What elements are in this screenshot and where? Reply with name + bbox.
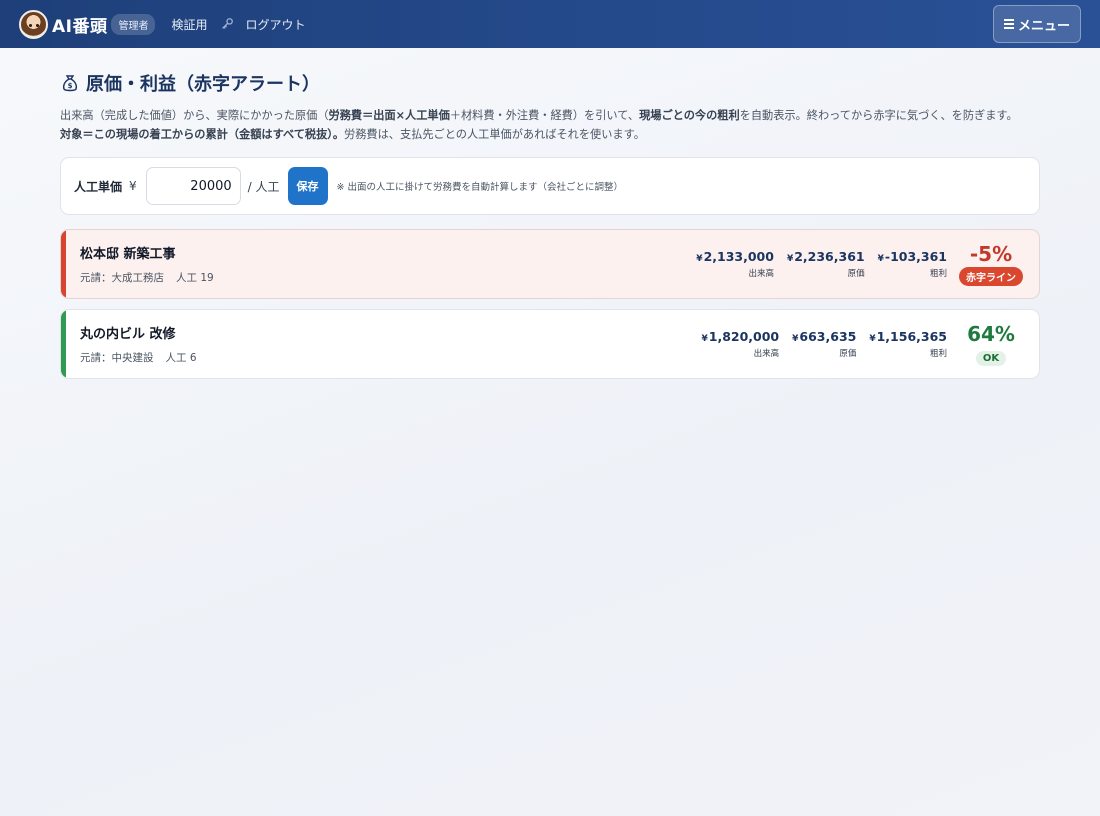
page-description: 出来高（完成した価値）から、実際にかかった原価（労務費＝出面×人工単価＋材料費・… xyxy=(60,106,1040,144)
margin-box: 64% OK xyxy=(949,322,1033,366)
site-name[interactable]: 丸の内ビル 改修 xyxy=(80,323,688,342)
cost-label: 原価 xyxy=(839,349,857,359)
top-nav-bar: AI番頭 管理者 検証用 ログアウト メニュー xyxy=(0,0,1100,48)
desc-text: ＋材料費・外注費・経費）を引いて、 xyxy=(449,109,640,122)
profit-value: 1,156,365 xyxy=(876,329,947,344)
margin-box: -5% 赤字ライン xyxy=(949,242,1033,286)
status-accent-bar xyxy=(61,310,66,378)
site-labor-count: 人工 19 xyxy=(176,272,214,284)
profit-metric: ¥1,156,365 粗利 xyxy=(869,329,947,359)
cost-label: 原価 xyxy=(847,269,865,279)
site-card-marunouchi[interactable]: 丸の内ビル 改修 元請：中央建設 人工 6 ¥1,820,000 出来高 ¥663… xyxy=(60,309,1040,379)
site-card-matsumoto[interactable]: 松本邸 新築工事 元請：大成工務店 人工 19 ¥2,133,000 出来高 ¥2… xyxy=(60,229,1040,299)
profit-metric: ¥-103,361 粗利 xyxy=(877,249,947,279)
menu-button[interactable]: メニュー xyxy=(993,5,1081,43)
desc-bold: 対象＝この現場の着工からの累計（金額はすべて税抜）。 xyxy=(60,128,345,141)
revenue-metric: ¥2,133,000 出来高 xyxy=(696,249,774,279)
profit-label: 粗利 xyxy=(929,269,947,279)
svg-text:$: $ xyxy=(68,82,73,90)
money-bag-icon: $ xyxy=(62,75,78,92)
avatar[interactable] xyxy=(19,9,48,39)
site-info: 丸の内ビル 改修 元請：中央建設 人工 6 xyxy=(61,323,688,365)
site-labor-count: 人工 6 xyxy=(165,352,197,364)
status-accent-bar xyxy=(61,230,66,298)
main-content: $ 原価・利益（赤字アラート） 出来高（完成した価値）から、実際にかかった原価（… xyxy=(0,48,1100,379)
nav-link-verify[interactable]: 検証用 xyxy=(171,16,207,33)
cost-value: 2,236,361 xyxy=(794,249,865,264)
cost-metric: ¥663,635 原価 xyxy=(792,329,857,359)
rate-unit-label: / 人工 xyxy=(247,179,280,194)
brand-name[interactable]: AI番頭 xyxy=(52,12,107,37)
desc-text: 労務費は、支払先ごとの人工単価があればそれを使います。 xyxy=(344,128,645,141)
profit-value: -103,361 xyxy=(884,249,947,264)
revenue-metric: ¥1,820,000 出来高 xyxy=(701,329,780,359)
margin-percent: -5% xyxy=(969,242,1013,266)
logout-link[interactable]: ログアウト xyxy=(246,16,306,33)
revenue-value: 1,820,000 xyxy=(708,329,780,344)
revenue-label: 出来高 xyxy=(748,269,774,279)
site-info: 松本邸 新築工事 元請：大成工務店 人工 19 xyxy=(61,243,683,285)
margin-percent: 64% xyxy=(967,322,1015,346)
revenue-label: 出来高 xyxy=(753,349,780,359)
site-contractor: 元請：大成工務店 xyxy=(80,272,164,284)
site-meta: 元請：大成工務店 人工 19 xyxy=(80,270,683,285)
currency-symbol: ¥ xyxy=(129,179,137,193)
status-badge: 赤字ライン xyxy=(959,267,1023,286)
revenue-value: 2,133,000 xyxy=(703,249,774,264)
page-title: $ 原価・利益（赤字アラート） xyxy=(60,70,1040,96)
desc-text: を自動表示。終わってから赤字に気づく、を防ぎます。 xyxy=(739,109,1018,122)
page-title-text: 原価・利益（赤字アラート） xyxy=(86,74,320,95)
desc-text: 出来高（完成した価値）から、実際にかかった原価（ xyxy=(60,109,329,122)
rate-note: ※ 出面の人工に掛けて労務費を自動計算します（会社ごとに調整） xyxy=(336,182,623,193)
status-badge: OK xyxy=(975,351,1007,366)
cost-value: 663,635 xyxy=(799,329,857,344)
site-contractor: 元請：中央建設 xyxy=(80,352,154,364)
profit-label: 粗利 xyxy=(929,349,947,359)
desc-bold: 現場ごとの今の粗利 xyxy=(639,109,740,122)
site-name[interactable]: 松本邸 新築工事 xyxy=(80,243,683,262)
role-badge: 管理者 xyxy=(111,13,156,35)
key-icon xyxy=(221,18,233,29)
labor-rate-input[interactable] xyxy=(145,167,241,205)
menu-button-label: メニュー xyxy=(1017,18,1070,34)
desc-bold: 労務費＝出面×人工単価 xyxy=(328,109,450,122)
hamburger-icon xyxy=(1003,17,1014,31)
labor-rate-card: 人工単価 ¥ / 人工 保存 ※ 出面の人工に掛けて労務費を自動計算します（会社… xyxy=(60,157,1040,215)
save-button[interactable]: 保存 xyxy=(287,167,328,205)
labor-rate-label: 人工単価 xyxy=(74,179,123,194)
site-meta: 元請：中央建設 人工 6 xyxy=(80,350,688,365)
cost-metric: ¥2,236,361 原価 xyxy=(786,249,865,279)
